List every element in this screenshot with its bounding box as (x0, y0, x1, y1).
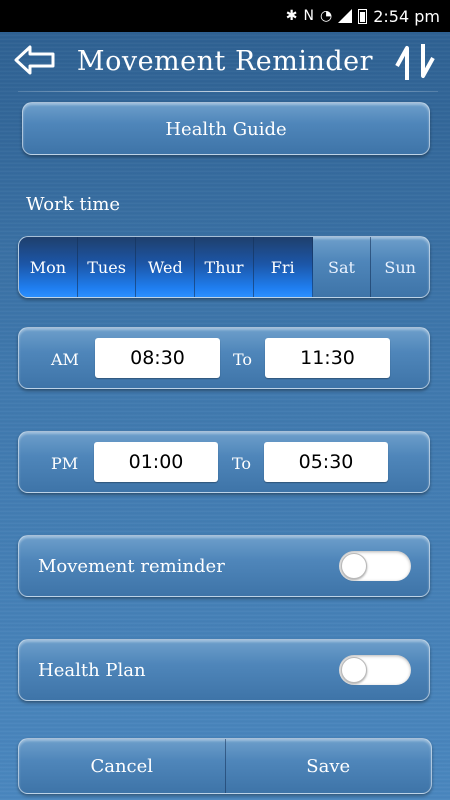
toggle-knob (341, 553, 367, 579)
am-end-time-field[interactable]: 11:30 (265, 338, 390, 378)
day-tues[interactable]: Tues (77, 237, 137, 297)
health-plan-row: Health Plan (18, 639, 430, 701)
day-wed[interactable]: Wed (136, 237, 196, 297)
wifi-icon: ◔ (320, 8, 333, 24)
health-plan-label: Health Plan (38, 660, 146, 681)
save-button[interactable]: Save (226, 739, 432, 793)
am-start-time-field[interactable]: 08:30 (95, 338, 220, 378)
header: Movement Reminder (0, 32, 450, 94)
am-time-row: AM 08:30 To 11:30 (18, 327, 430, 389)
weekday-selector: Mon Tues Wed Thur Fri Sat Sun (18, 236, 430, 298)
swap-arrows-icon[interactable] (392, 42, 438, 82)
pm-label: PM (51, 454, 79, 473)
movement-reminder-toggle[interactable] (339, 551, 411, 581)
day-label: Wed (147, 257, 183, 277)
bottom-action-bar: Cancel Save (18, 738, 432, 794)
day-thur[interactable]: Thur (195, 237, 254, 297)
day-label: Fri (270, 257, 295, 277)
day-label: Sun (384, 257, 416, 277)
status-bar: ✱ N ◔ 2:54 pm (0, 0, 450, 32)
signal-icon (338, 9, 353, 23)
work-time-label: Work time (26, 194, 121, 215)
pm-end-time-field[interactable]: 05:30 (264, 442, 388, 482)
day-mon[interactable]: Mon (19, 237, 78, 297)
am-to-label: To (233, 350, 253, 369)
day-label: Tues (87, 257, 126, 277)
am-label: AM (51, 350, 79, 369)
cancel-button[interactable]: Cancel (19, 739, 226, 793)
pm-time-row: PM 01:00 To 05:30 (18, 431, 430, 493)
day-sun[interactable]: Sun (371, 237, 429, 297)
battery-icon (358, 8, 368, 24)
toggle-knob (341, 657, 367, 683)
day-fri[interactable]: Fri (253, 237, 313, 297)
movement-reminder-label: Movement reminder (38, 556, 225, 577)
movement-reminder-row: Movement reminder (18, 535, 430, 597)
bluetooth-icon: ✱ (285, 8, 298, 24)
day-label: Sat (327, 257, 355, 277)
page-title: Movement Reminder (76, 46, 374, 77)
health-guide-button[interactable]: Health Guide (22, 102, 430, 155)
header-divider (18, 91, 438, 92)
day-label: Mon (29, 257, 67, 277)
pm-start-time-field[interactable]: 01:00 (94, 442, 218, 482)
nfc-icon: N (303, 8, 315, 24)
health-plan-toggle[interactable] (339, 655, 411, 685)
pm-to-label: To (232, 454, 252, 473)
day-sat[interactable]: Sat (313, 237, 372, 297)
status-time: 2:54 pm (373, 6, 440, 26)
day-label: Thur (204, 257, 244, 277)
